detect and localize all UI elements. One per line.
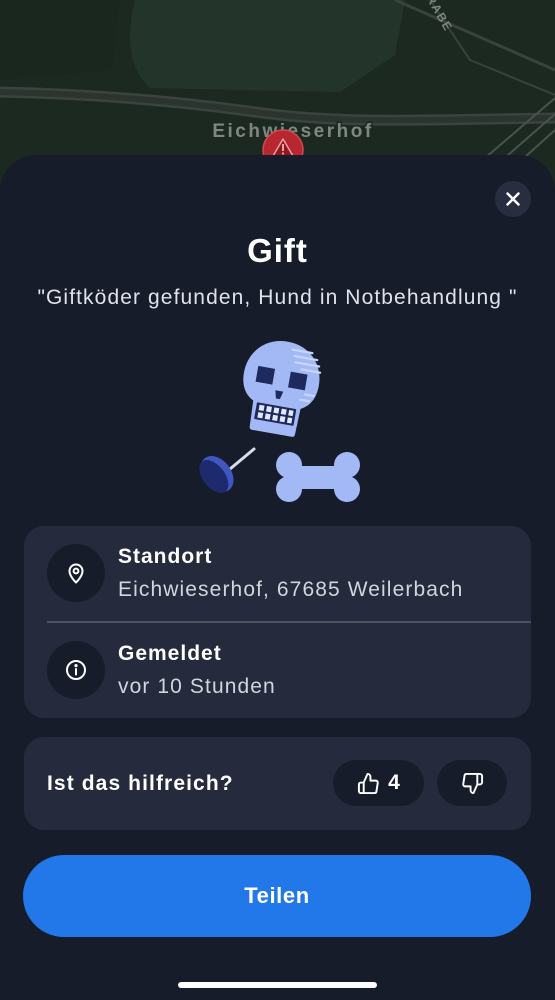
reported-value: vor 10 Stunden — [118, 675, 276, 698]
helpful-question: Ist das hilfreich? — [47, 772, 234, 795]
feedback-card: Ist das hilfreich? 4 — [24, 737, 531, 830]
map-forest-area — [0, 0, 120, 80]
upvote-count: 4 — [388, 771, 400, 794]
details-card: Standort Eichwieserhof, 67685 Weilerbach… — [24, 526, 531, 718]
pushpin-icon — [199, 447, 256, 493]
share-button[interactable]: Teilen — [23, 855, 531, 937]
skull-icon — [243, 341, 322, 437]
location-icon-badge — [47, 544, 105, 602]
close-button[interactable] — [495, 181, 531, 217]
report-title: Gift — [247, 232, 308, 269]
bone-icon — [276, 452, 360, 502]
thumbs-up-icon — [358, 772, 379, 794]
location-label: Standort — [118, 545, 213, 568]
downvote-button[interactable] — [437, 760, 507, 806]
location-value: Eichwieserhof, 67685 Weilerbach — [118, 578, 464, 601]
info-icon-badge — [47, 641, 105, 699]
home-indicator[interactable] — [178, 982, 377, 988]
close-icon — [506, 192, 520, 206]
info-icon — [66, 660, 86, 680]
reported-label: Gemeldet — [118, 642, 222, 665]
report-detail-sheet: Gift "Giftköder gefunden, Hund in Notbeh… — [0, 155, 555, 1000]
share-button-label: Teilen — [244, 883, 310, 908]
poison-illustration — [199, 341, 360, 502]
thumbs-down-icon — [461, 772, 483, 794]
divider — [47, 621, 531, 623]
report-description: "Giftköder gefunden, Hund in Notbehandlu… — [37, 286, 518, 309]
upvote-button[interactable]: 4 — [333, 760, 424, 806]
location-pin-icon — [68, 563, 84, 584]
